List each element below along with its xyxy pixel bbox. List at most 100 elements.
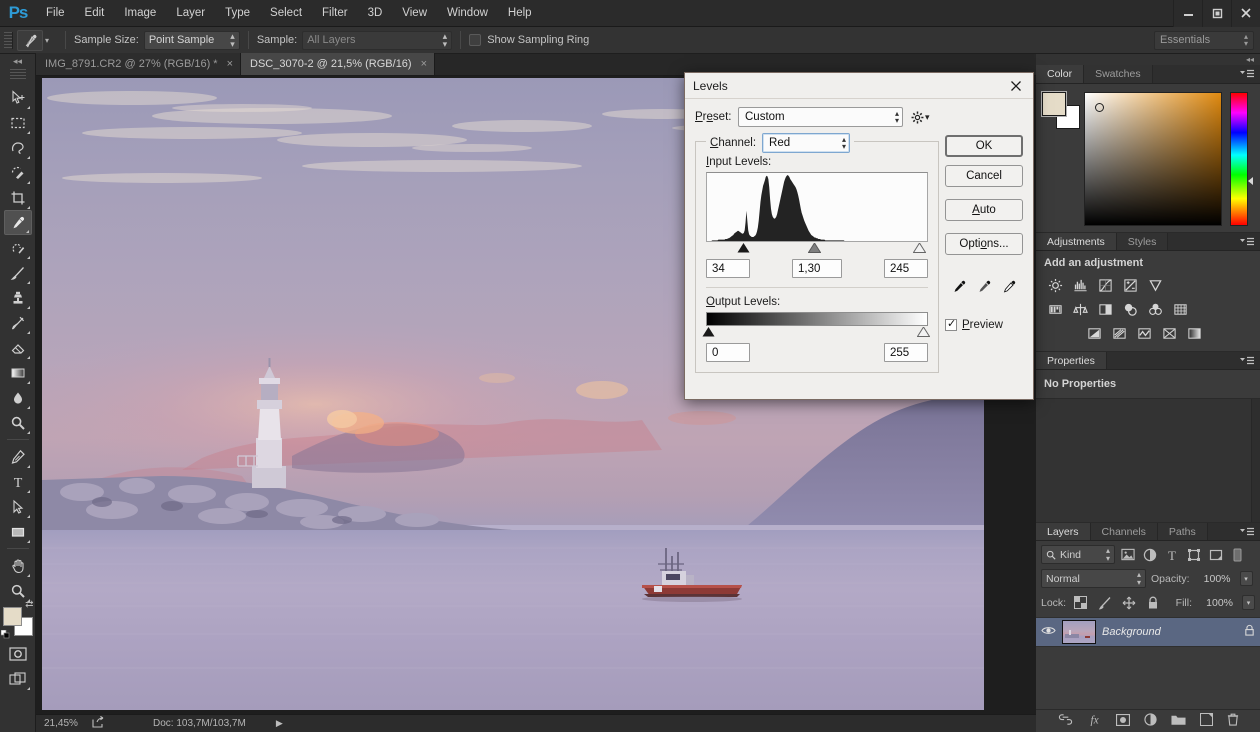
- set-black-point-icon[interactable]: [952, 279, 967, 297]
- tab-adjustments[interactable]: Adjustments: [1036, 233, 1117, 250]
- spot-healing-brush-tool[interactable]: [4, 235, 32, 260]
- foreground-color-swatch[interactable]: [1041, 91, 1067, 117]
- eye-icon[interactable]: [1041, 625, 1056, 639]
- set-white-point-icon[interactable]: [1002, 279, 1017, 297]
- add-mask-icon[interactable]: [1115, 713, 1130, 729]
- crop-tool[interactable]: [4, 185, 32, 210]
- options-button[interactable]: Opti o ns...: [945, 233, 1023, 255]
- output-black-slider[interactable]: [702, 327, 715, 340]
- invert-icon[interactable]: [1083, 323, 1105, 343]
- blend-mode-select[interactable]: Normal ▴ ▾: [1041, 569, 1146, 588]
- preview-row[interactable]: ✓ Preview: [945, 318, 1023, 331]
- close-icon[interactable]: [1007, 77, 1025, 95]
- sample-size-select[interactable]: Point Sample ▴ ▾: [143, 30, 240, 50]
- tab-properties[interactable]: Properties: [1036, 352, 1107, 369]
- pen-tool[interactable]: [4, 444, 32, 469]
- input-shadow-slider[interactable]: [737, 243, 750, 256]
- close-button[interactable]: [1231, 0, 1260, 27]
- workspace-switcher[interactable]: Essentials ▴ ▾: [1154, 30, 1254, 50]
- opacity-value[interactable]: 100%: [1194, 570, 1235, 587]
- panel-menu-icon[interactable]: [1240, 523, 1260, 540]
- menu-3d[interactable]: 3D: [358, 0, 393, 27]
- properties-scrollbar[interactable]: [1251, 399, 1260, 522]
- curves-icon[interactable]: [1094, 275, 1116, 295]
- input-shadow-field[interactable]: 34: [706, 259, 750, 278]
- panel-menu-icon[interactable]: [1240, 352, 1260, 369]
- toolbar-collapse-button[interactable]: ◂◂: [0, 54, 35, 68]
- tab-swatches[interactable]: Swatches: [1084, 65, 1153, 83]
- link-layers-icon[interactable]: [1058, 714, 1073, 728]
- preset-gear-icon[interactable]: ▾: [911, 111, 930, 124]
- color-lookup-icon[interactable]: [1169, 299, 1191, 319]
- share-icon[interactable]: [92, 715, 105, 731]
- foreground-color-swatch[interactable]: [2, 607, 22, 626]
- tab-color[interactable]: Color: [1036, 65, 1085, 83]
- input-midtone-slider[interactable]: [807, 242, 822, 256]
- document-tab-img8791[interactable]: IMG_8791.CR2 @ 27% (RGB/16) * ×: [36, 53, 242, 75]
- eyedropper-icon[interactable]: [17, 29, 43, 51]
- gradient-tool[interactable]: [4, 360, 32, 385]
- tab-layers[interactable]: Layers: [1036, 523, 1091, 540]
- ok-button[interactable]: OK: [945, 135, 1023, 157]
- type-tool[interactable]: T: [4, 469, 32, 494]
- opacity-slider-button[interactable]: ▾: [1239, 571, 1253, 586]
- layer-style-fx-icon[interactable]: fx: [1087, 713, 1102, 729]
- table-row[interactable]: Background: [1036, 617, 1260, 647]
- filter-shape-icon[interactable]: [1184, 545, 1203, 564]
- output-white-field[interactable]: 255: [884, 343, 928, 362]
- color-field-cursor[interactable]: [1095, 103, 1104, 112]
- quick-mask-toggle[interactable]: [4, 641, 32, 666]
- clone-stamp-tool[interactable]: [4, 285, 32, 310]
- history-brush-tool[interactable]: [4, 310, 32, 335]
- set-gray-point-icon[interactable]: [977, 279, 992, 297]
- layer-filter-kind-select[interactable]: Kind ▴ ▾: [1041, 545, 1115, 564]
- blur-tool[interactable]: [4, 385, 32, 410]
- new-fill-adjustment-icon[interactable]: [1143, 713, 1157, 729]
- tab-paths[interactable]: Paths: [1157, 523, 1208, 540]
- hue-marker[interactable]: [1248, 177, 1253, 185]
- tab-channels[interactable]: Channels: [1090, 523, 1158, 540]
- zoom-level[interactable]: 21,45%: [44, 718, 92, 729]
- exposure-icon[interactable]: [1119, 275, 1141, 295]
- hand-tool[interactable]: [4, 553, 32, 578]
- levels-icon[interactable]: [1069, 275, 1091, 295]
- filter-adjustment-icon[interactable]: [1140, 545, 1159, 564]
- hue-strip[interactable]: [1230, 92, 1253, 226]
- options-bar-grip[interactable]: [4, 31, 13, 49]
- filter-type-icon[interactable]: T: [1162, 545, 1181, 564]
- tool-preset-caret-icon[interactable]: ▾: [45, 36, 49, 45]
- menu-filter[interactable]: Filter: [312, 0, 358, 27]
- channel-select[interactable]: Red ▴ ▾: [762, 133, 851, 153]
- output-black-field[interactable]: 0: [706, 343, 750, 362]
- dialog-title-bar[interactable]: Levels: [685, 73, 1033, 99]
- close-icon[interactable]: ×: [421, 58, 427, 70]
- levels-dialog[interactable]: Levels Preset: Custom ▴ ▾ ▾ OK Cancel A …: [684, 72, 1034, 400]
- dodge-tool[interactable]: [4, 410, 32, 435]
- input-midtone-field[interactable]: 1,30: [792, 259, 842, 278]
- rectangle-tool[interactable]: [4, 519, 32, 544]
- new-layer-icon[interactable]: [1199, 712, 1213, 729]
- menu-help[interactable]: Help: [498, 0, 542, 27]
- tab-styles[interactable]: Styles: [1116, 233, 1169, 250]
- output-gradient-bar[interactable]: [706, 312, 928, 326]
- color-balance-icon[interactable]: [1069, 299, 1091, 319]
- filter-smart-object-icon[interactable]: [1206, 545, 1225, 564]
- move-tool[interactable]: [4, 85, 32, 110]
- layer-name[interactable]: Background: [1102, 626, 1161, 638]
- channel-mixer-icon[interactable]: [1144, 299, 1166, 319]
- screen-mode-button[interactable]: [4, 666, 32, 691]
- show-sampling-ring-checkbox[interactable]: [469, 34, 482, 46]
- menu-window[interactable]: Window: [437, 0, 498, 27]
- menu-type[interactable]: Type: [215, 0, 260, 27]
- brightness-contrast-icon[interactable]: [1044, 275, 1066, 295]
- photo-filter-icon[interactable]: [1119, 299, 1141, 319]
- color-field[interactable]: [1084, 92, 1222, 226]
- preset-select[interactable]: Custom ▴ ▾: [738, 107, 903, 127]
- close-icon[interactable]: ×: [227, 58, 233, 70]
- rectangular-marquee-tool[interactable]: [4, 110, 32, 135]
- histogram[interactable]: [706, 172, 928, 242]
- lock-all-icon[interactable]: [1143, 593, 1162, 612]
- path-selection-tool[interactable]: [4, 494, 32, 519]
- play-triangle-icon[interactable]: ▶: [276, 718, 283, 729]
- panel-menu-icon[interactable]: [1240, 233, 1260, 250]
